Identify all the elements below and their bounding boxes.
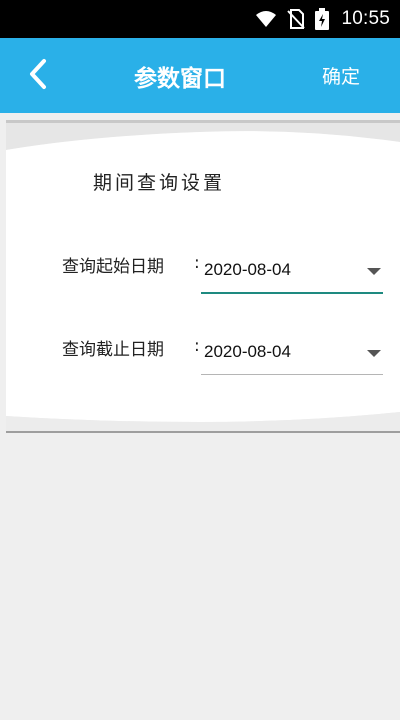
end-date-underline xyxy=(201,374,383,375)
dropdown-arrow-icon xyxy=(367,268,381,275)
start-date-underline xyxy=(201,292,383,294)
app-bar: 参数窗口 确定 xyxy=(0,38,400,113)
status-icons: 10:55 xyxy=(255,0,390,38)
end-date-value: 2020-08-04 xyxy=(204,342,291,361)
status-bar: 10:55 xyxy=(0,0,400,38)
start-date-label: 查询起始日期 xyxy=(62,257,164,277)
back-button[interactable] xyxy=(18,56,58,96)
battery-charging-icon xyxy=(315,8,330,30)
status-time: 10:55 xyxy=(341,8,390,29)
confirm-button[interactable]: 确定 xyxy=(322,38,360,113)
end-date-colon: : xyxy=(194,336,200,356)
end-date-label: 查询截止日期 xyxy=(62,340,164,360)
dropdown-arrow-icon xyxy=(367,350,381,357)
no-sim-icon xyxy=(287,9,306,29)
start-date-colon: : xyxy=(194,253,200,273)
wifi-icon xyxy=(255,10,277,28)
panel-title: 期间查询设置 xyxy=(93,172,226,194)
chevron-left-icon xyxy=(28,58,48,94)
start-date-value: 2020-08-04 xyxy=(204,260,291,279)
